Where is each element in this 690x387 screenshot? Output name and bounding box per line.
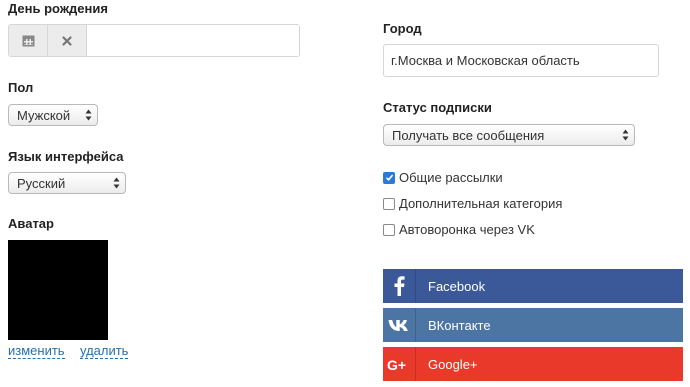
- clear-date-button[interactable]: [48, 25, 87, 56]
- birthday-input[interactable]: [87, 25, 299, 56]
- gender-label: Пол: [8, 80, 34, 95]
- vk-icon: [383, 308, 416, 342]
- facebook-label: Facebook: [428, 278, 486, 294]
- google-plus-icon: G+: [383, 347, 416, 381]
- vk-button[interactable]: ВКонтакте: [383, 308, 683, 342]
- select-arrows-icon: [622, 129, 629, 141]
- vk-funnel-checkbox-label: Автоворонка через VK: [399, 222, 535, 237]
- birthday-field: [8, 24, 300, 57]
- close-icon: [62, 35, 72, 46]
- birthday-label: День рождения: [8, 1, 108, 16]
- subscription-label: Статус подписки: [383, 100, 492, 115]
- facebook-icon: [383, 269, 416, 303]
- additional-checkbox[interactable]: [383, 197, 395, 210]
- avatar-image: [8, 240, 108, 340]
- language-select[interactable]: Русский: [8, 172, 126, 194]
- google-plus-label: Google+: [428, 356, 478, 372]
- calendar-icon: [22, 35, 34, 47]
- change-avatar-link[interactable]: изменить: [8, 343, 65, 359]
- calendar-button[interactable]: [9, 25, 48, 56]
- facebook-button[interactable]: Facebook: [383, 269, 683, 303]
- gender-selected: Мужской: [17, 107, 71, 123]
- checkbox-row-vk-funnel[interactable]: Автоворонка через VK: [383, 222, 535, 237]
- google-plus-button[interactable]: G+ Google+: [383, 347, 683, 381]
- additional-checkbox-label: Дополнительная категория: [399, 196, 563, 211]
- subscription-selected: Получать все сообщения: [392, 127, 545, 143]
- city-input[interactable]: [383, 44, 659, 77]
- gender-select[interactable]: Мужской: [8, 104, 98, 126]
- checkmark-icon: [385, 174, 393, 181]
- subscription-select[interactable]: Получать все сообщения: [383, 124, 635, 146]
- general-checkbox[interactable]: [383, 171, 395, 184]
- checkbox-row-general[interactable]: Общие рассылки: [383, 170, 503, 185]
- select-arrows-icon: [113, 177, 120, 189]
- select-arrows-icon: [85, 109, 92, 121]
- general-checkbox-label: Общие рассылки: [399, 170, 503, 185]
- city-label: Город: [383, 21, 422, 36]
- language-label: Язык интерфейса: [8, 149, 124, 164]
- vk-funnel-checkbox[interactable]: [383, 223, 395, 236]
- checkbox-row-additional[interactable]: Дополнительная категория: [383, 196, 562, 211]
- vk-label: ВКонтакте: [428, 317, 491, 333]
- svg-text:G+: G+: [387, 357, 406, 372]
- avatar-label: Аватар: [8, 216, 54, 231]
- language-selected: Русский: [17, 175, 66, 191]
- delete-avatar-link[interactable]: удалить: [80, 343, 129, 359]
